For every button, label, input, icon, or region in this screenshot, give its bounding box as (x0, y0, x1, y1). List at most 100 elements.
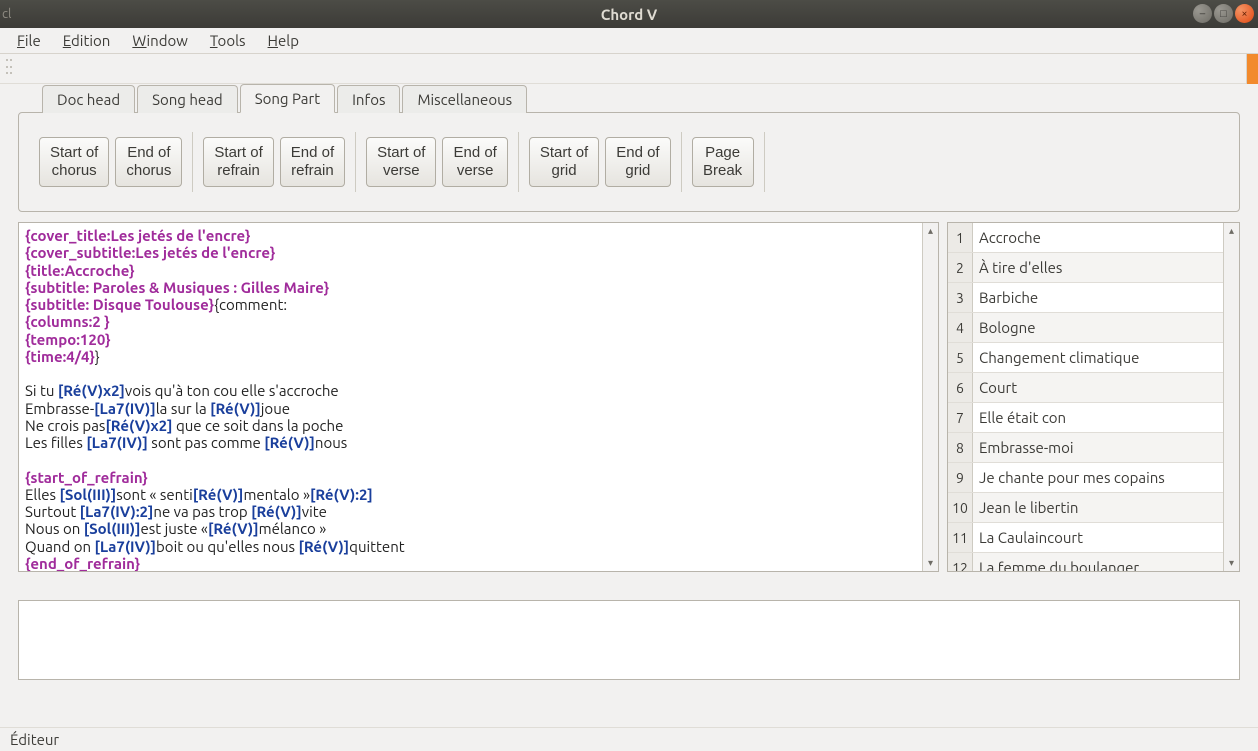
editor-line: {columns:2 } (25, 313, 916, 330)
tab-doc-head[interactable]: Doc head (42, 85, 135, 113)
editor-line: Ne crois pas[Ré(V)x2] que ce soit dans l… (25, 417, 916, 434)
menu-tools[interactable]: Tools (201, 30, 255, 51)
editor-line: {tempo:120} (25, 331, 916, 348)
editor-line: Embrasse-[La7(IV)]la sur la [Ré(V)]joue (25, 400, 916, 417)
song-list-item-name: Jean le libertin (973, 499, 1078, 516)
editor-line: {subtitle: Paroles & Musiques : Gilles M… (25, 279, 916, 296)
song-list-item[interactable]: 4Bologne (948, 313, 1223, 343)
song-list-item[interactable]: 12La femme du boulanger (948, 553, 1223, 571)
start-of-grid-button[interactable]: Start ofgrid (529, 137, 599, 187)
song-list[interactable]: 1Accroche2À tire d'elles3Barbiche4Bologn… (948, 223, 1223, 571)
scroll-up-icon[interactable]: ▴ (923, 223, 938, 239)
tab-song-part[interactable]: Song Part (240, 84, 335, 113)
start-of-verse-button[interactable]: Start ofverse (366, 137, 436, 187)
song-list-item-name: Elle était con (973, 409, 1066, 426)
toolbar-strip (0, 54, 1258, 84)
editor-line (25, 365, 916, 382)
end-of-refrain-button[interactable]: End ofrefrain (280, 137, 345, 187)
song-editor[interactable]: {cover_title:Les jetés de l'encre}{cover… (19, 223, 922, 571)
titlebar-left-hint: cl (2, 7, 11, 21)
start-of-refrain-button[interactable]: Start ofrefrain (203, 137, 273, 187)
menubar: File Edition Window Tools Help (0, 28, 1258, 54)
page-break-button[interactable]: PageBreak (692, 137, 754, 187)
toolbar-button-group: Start ofchorusEnd ofchorus (29, 137, 192, 187)
song-list-item-number: 5 (948, 343, 973, 372)
editor-scrollbar[interactable]: ▴ ▾ (922, 223, 938, 571)
song-list-item[interactable]: 8Embrasse-moi (948, 433, 1223, 463)
main-area: Doc headSong headSong PartInfosMiscellan… (18, 84, 1240, 721)
song-list-item[interactable]: 10 Jean le libertin (948, 493, 1223, 523)
toolbar-button-group: Start ofrefrainEnd ofrefrain (193, 137, 355, 187)
window-close-button[interactable]: × (1235, 4, 1254, 23)
end-of-chorus-button[interactable]: End ofchorus (115, 137, 182, 187)
menu-file[interactable]: File (8, 30, 50, 51)
menu-edition[interactable]: Edition (54, 30, 120, 51)
editor-line: {time:4/4}} (25, 348, 916, 365)
scroll-up-icon[interactable]: ▴ (1224, 223, 1239, 239)
editor-line: {cover_subtitle:Les jetés de l'encre} (25, 244, 916, 261)
window-titlebar: cl Chord V – □ × (0, 0, 1258, 28)
button-toolbar-panel: Start ofchorusEnd ofchorusStart ofrefrai… (18, 112, 1240, 212)
bottom-panel[interactable] (18, 600, 1240, 680)
song-list-item-number: 12 (948, 553, 973, 571)
song-list-item-name: Court (973, 379, 1017, 396)
window-maximize-button[interactable]: □ (1214, 4, 1233, 23)
song-list-item[interactable]: 7Elle était con (948, 403, 1223, 433)
song-list-item-number: 10 (948, 493, 973, 522)
toolbar-button-group: Start ofverseEnd ofverse (356, 137, 518, 187)
end-of-grid-button[interactable]: End ofgrid (605, 137, 670, 187)
tab-song-head[interactable]: Song head (137, 85, 238, 113)
scroll-down-icon[interactable]: ▾ (1224, 555, 1239, 571)
song-list-item[interactable]: 1Accroche (948, 223, 1223, 253)
toolbar-right-accent (1246, 54, 1258, 84)
song-list-item[interactable]: 2À tire d'elles (948, 253, 1223, 283)
window-controls: – □ × (1193, 4, 1254, 23)
song-list-item-name: La Caulaincourt (973, 529, 1083, 546)
editor-line: {title:Accroche} (25, 262, 916, 279)
start-of-chorus-button[interactable]: Start ofchorus (39, 137, 109, 187)
song-list-item-name: La femme du boulanger (973, 559, 1139, 571)
toolbar-button-group: Start ofgridEnd ofgrid (519, 137, 681, 187)
editor-container: {cover_title:Les jetés de l'encre}{cover… (18, 222, 939, 572)
song-list-item[interactable]: 9Je chante pour mes copains (948, 463, 1223, 493)
editor-line: {start_of_refrain} (25, 469, 916, 486)
tabstrip: Doc headSong headSong PartInfosMiscellan… (18, 84, 1240, 112)
window-minimize-button[interactable]: – (1193, 4, 1212, 23)
song-list-item-number: 4 (948, 313, 973, 342)
song-list-item-number: 9 (948, 463, 973, 492)
song-list-item-number: 7 (948, 403, 973, 432)
window-title: Chord V (0, 6, 1258, 23)
song-list-item-name: Accroche (973, 229, 1041, 246)
editor-line: {subtitle: Disque Toulouse}{comment: (25, 296, 916, 313)
menu-help[interactable]: Help (259, 30, 308, 51)
song-list-item-name: À tire d'elles (973, 259, 1062, 276)
toolbar-button-group: PageBreak (682, 137, 764, 187)
song-list-item-name: Barbiche (973, 289, 1038, 306)
statusbar-text: Éditeur (10, 731, 59, 748)
song-list-item-number: 11 (948, 523, 973, 552)
song-list-container: 1Accroche2À tire d'elles3Barbiche4Bologn… (947, 222, 1240, 572)
song-list-item[interactable]: 11La Caulaincourt (948, 523, 1223, 553)
end-of-verse-button[interactable]: End ofverse (442, 137, 507, 187)
editor-line: Elles [Sol(III)]sont « senti[Ré(V)]menta… (25, 486, 916, 503)
toolbar-grip[interactable] (6, 59, 12, 77)
tab-miscellaneous[interactable]: Miscellaneous (402, 85, 527, 113)
song-list-item[interactable]: 6Court (948, 373, 1223, 403)
content-row: {cover_title:Les jetés de l'encre}{cover… (18, 222, 1240, 572)
statusbar: Éditeur (0, 727, 1258, 751)
editor-line: Surtout [La7(IV):2]ne va pas trop [Ré(V)… (25, 503, 916, 520)
tab-infos[interactable]: Infos (337, 85, 400, 113)
editor-line: {cover_title:Les jetés de l'encre} (25, 227, 916, 244)
song-list-item-number: 1 (948, 223, 973, 252)
scroll-down-icon[interactable]: ▾ (923, 555, 938, 571)
song-list-item-number: 6 (948, 373, 973, 402)
menu-window[interactable]: Window (123, 30, 197, 51)
song-list-item-name: Embrasse-moi (973, 439, 1074, 456)
song-list-item[interactable]: 5Changement climatique (948, 343, 1223, 373)
editor-line: Les filles [La7(IV)] sont pas comme [Ré(… (25, 434, 916, 451)
songlist-scrollbar[interactable]: ▴ ▾ (1223, 223, 1239, 571)
editor-line (25, 451, 916, 468)
toolbar-separator (764, 132, 765, 192)
editor-line: Nous on [Sol(III)]est juste «[Ré(V)]méla… (25, 520, 916, 537)
song-list-item[interactable]: 3Barbiche (948, 283, 1223, 313)
